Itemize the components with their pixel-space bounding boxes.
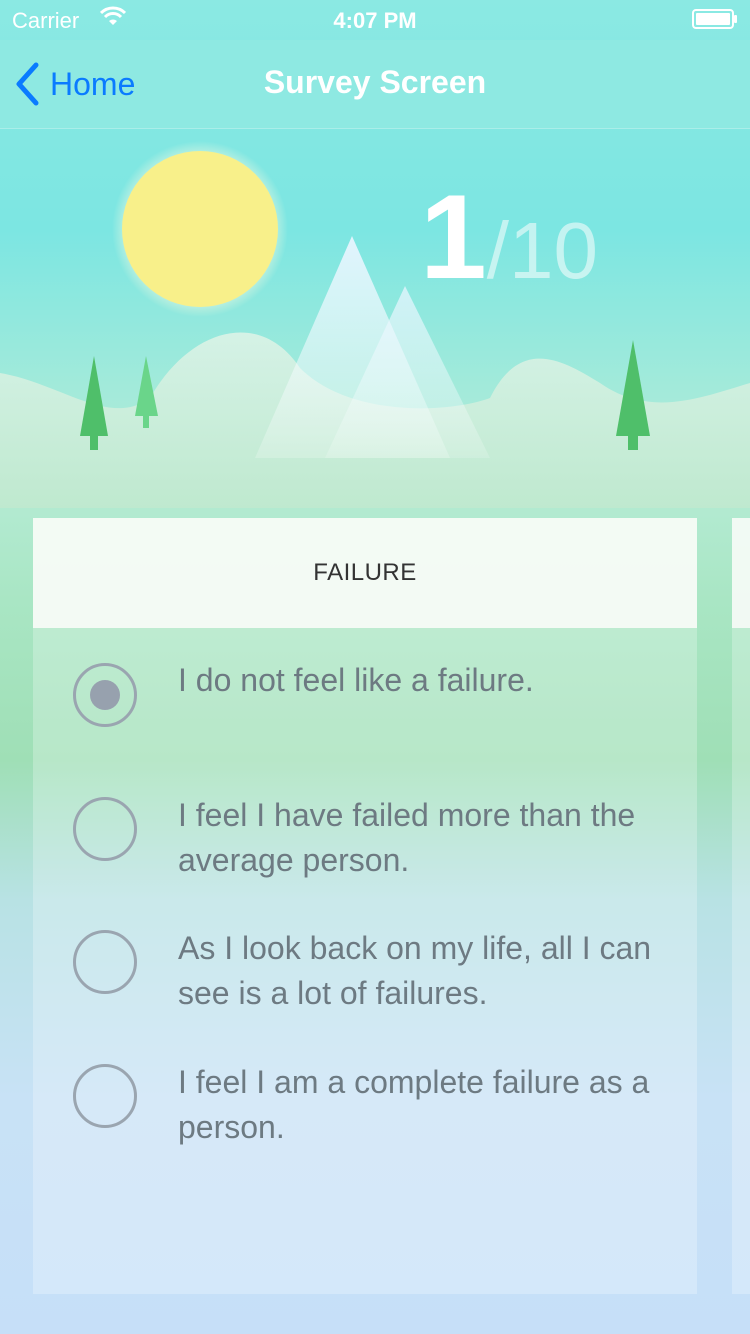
answer-label: I feel I am a complete failure as a pers… <box>178 1064 650 1145</box>
question-card: FAILURE I do not feel like a failure. I … <box>33 518 697 1294</box>
answer-label: I feel I have failed more than the avera… <box>178 797 636 878</box>
answer-option[interactable]: I do not feel like a failure. <box>33 658 697 758</box>
landscape-illustration: 1/10 <box>0 128 750 508</box>
radio-button[interactable] <box>73 797 137 861</box>
next-card-heading <box>732 518 750 628</box>
page-title: Survey Screen <box>263 64 487 100</box>
answer-label: As I look back on my life, all I can see… <box>178 930 652 1011</box>
battery-icon <box>692 9 738 29</box>
answer-option[interactable]: I feel I am a complete failure as a pers… <box>33 1060 697 1160</box>
answer-option[interactable]: As I look back on my life, all I can see… <box>33 926 697 1026</box>
radio-button[interactable] <box>73 930 137 994</box>
radio-button[interactable] <box>73 1064 137 1128</box>
answer-option[interactable]: I feel I have failed more than the avera… <box>33 793 697 893</box>
navigation-bar: Home Survey Screen <box>0 40 750 129</box>
radio-button[interactable] <box>73 663 137 727</box>
question-heading: FAILURE <box>33 518 697 628</box>
sun-icon <box>112 141 288 317</box>
clock: 4:07 PM <box>333 8 417 33</box>
question-counter: 1/10 <box>420 168 598 306</box>
current-question-number: 1 <box>420 170 487 304</box>
total-questions: /10 <box>486 206 598 295</box>
status-bar: Carrier 4:07 PM <box>0 0 750 40</box>
next-question-card[interactable] <box>732 518 750 1294</box>
answer-label: I do not feel like a failure. <box>178 662 534 698</box>
